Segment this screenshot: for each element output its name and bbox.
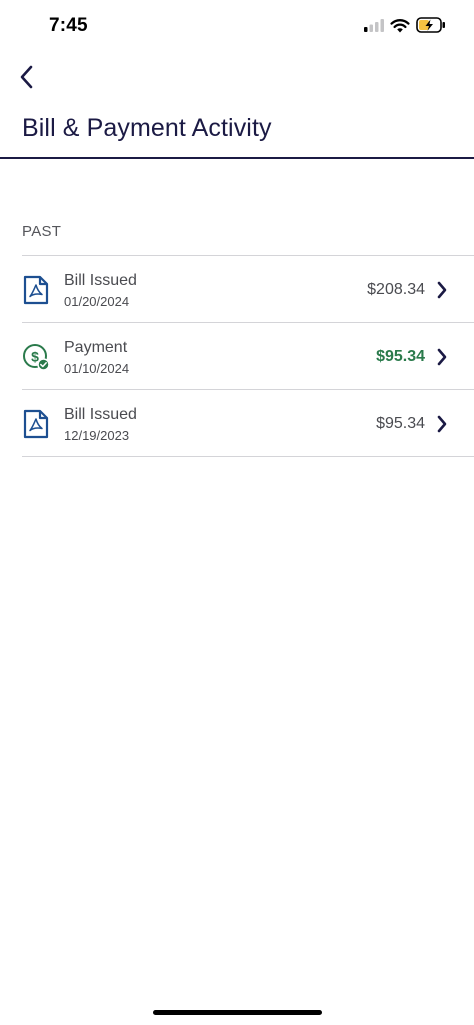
activity-title: Bill Issued bbox=[64, 272, 137, 289]
page-title: Bill & Payment Activity bbox=[22, 114, 272, 142]
back-button[interactable] bbox=[10, 60, 42, 94]
status-time: 7:45 bbox=[49, 15, 88, 36]
chevron-right-icon bbox=[437, 281, 447, 299]
wifi-icon bbox=[390, 18, 410, 32]
activity-date: 01/10/2024 bbox=[64, 361, 130, 376]
activity-amount: $95.34 bbox=[376, 348, 425, 365]
status-bar: 7:45 bbox=[0, 0, 474, 52]
home-indicator[interactable] bbox=[153, 1010, 322, 1015]
battery-charging-icon bbox=[416, 17, 445, 33]
chevron-right-icon bbox=[437, 415, 447, 433]
title-divider bbox=[0, 157, 474, 159]
activity-title: Bill Issued bbox=[64, 406, 137, 423]
activity-date: 12/19/2023 bbox=[64, 428, 130, 443]
cellular-signal-icon bbox=[364, 19, 384, 32]
activity-row[interactable]: $ Payment 01/10/2024 $95.34 bbox=[22, 323, 474, 390]
activity-row[interactable]: Bill Issued 12/19/2023 $95.34 bbox=[22, 390, 474, 457]
dollar-check-icon: $ bbox=[23, 344, 50, 371]
activity-row[interactable]: Bill Issued 01/20/2024 $208.34 bbox=[22, 256, 474, 323]
activity-amount: $208.34 bbox=[367, 281, 425, 298]
pdf-document-icon bbox=[23, 409, 49, 439]
section-label-past: PAST bbox=[22, 223, 62, 240]
activity-date: 01/20/2024 bbox=[64, 294, 130, 309]
chevron-right-icon bbox=[437, 348, 447, 366]
chevron-left-icon bbox=[20, 65, 33, 89]
activity-title: Payment bbox=[64, 339, 128, 356]
activity-list: Bill Issued 01/20/2024 $208.34 $ Payment… bbox=[22, 255, 474, 457]
activity-amount: $95.34 bbox=[376, 415, 425, 432]
status-icons bbox=[364, 17, 446, 33]
pdf-document-icon bbox=[23, 275, 49, 305]
